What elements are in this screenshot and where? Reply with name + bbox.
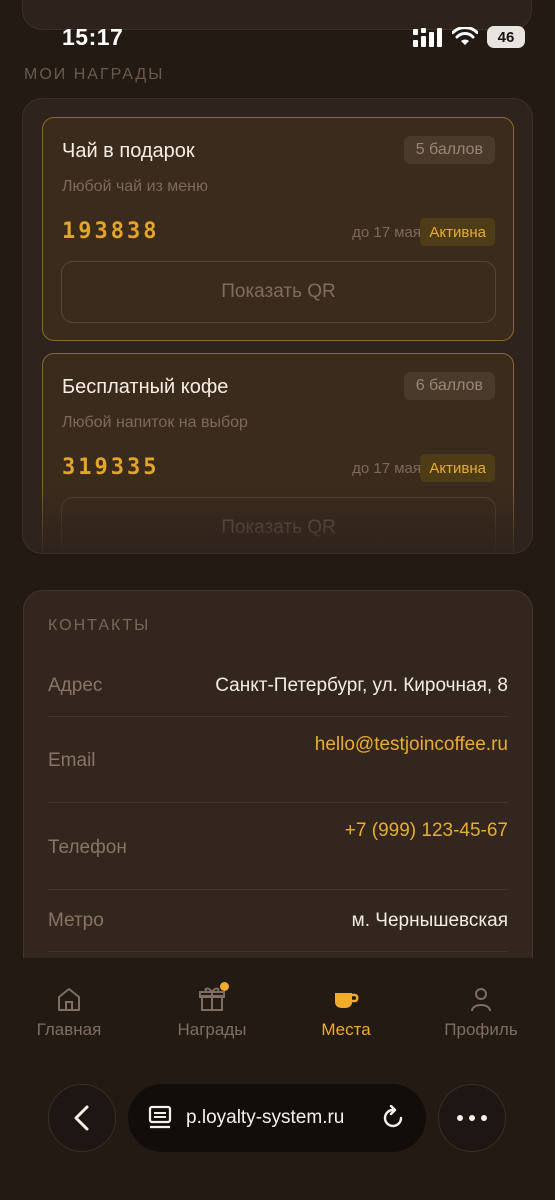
nav-label: Профиль: [444, 1020, 518, 1039]
reward-title: Бесплатный кофе: [62, 376, 229, 398]
page-menu-icon[interactable]: [148, 1105, 172, 1131]
rewards-section-title: МОИ НАГРАДЫ: [24, 66, 165, 83]
reward-card[interactable]: Бесплатный кофе 6 баллов Любой напиток н…: [42, 353, 514, 553]
contact-value: м. Чернышевская: [351, 910, 508, 931]
contact-row-metro: Метро м. Чернышевская: [48, 890, 508, 952]
reward-code: 319335: [62, 455, 160, 480]
reload-icon[interactable]: [380, 1105, 406, 1131]
url-text: p.loyalty-system.ru: [186, 1107, 345, 1128]
bottom-nav: Главная Награды Места Профиль: [0, 958, 555, 1200]
reward-description: Любой напиток на выбор: [62, 414, 248, 431]
contact-label: Email: [48, 750, 96, 771]
status-time: 15:17: [62, 23, 124, 50]
show-qr-button[interactable]: Показать QR: [61, 497, 496, 553]
person-icon: [471, 988, 491, 1012]
nav-label: Награды: [177, 1020, 247, 1039]
contacts-panel: КОНТАКТЫ Адрес Санкт-Петербург, ул. Киро…: [23, 590, 533, 990]
status-icons: 46: [413, 26, 525, 48]
nav-item-profile[interactable]: Профиль: [426, 984, 536, 1040]
more-dots-icon: [457, 1115, 487, 1121]
reward-description: Любой чай из меню: [62, 178, 209, 195]
status-bar: 15:17 46: [0, 0, 555, 74]
phone-link[interactable]: +7 (999) 123-45-67: [345, 820, 508, 842]
notification-dot: [220, 982, 229, 991]
reward-expiry: до 17 мая: [352, 460, 421, 477]
battery-level: 46: [497, 28, 515, 46]
reward-title: Чай в подарок: [62, 140, 195, 162]
contact-row-address: Адрес Санкт-Петербург, ул. Кирочная, 8: [48, 657, 508, 717]
contact-row-phone: Телефон +7 (999) 123-45-67: [48, 803, 508, 890]
status-badge: Активна: [420, 218, 495, 246]
reward-code: 193838: [62, 219, 160, 244]
points-badge: 6 баллов: [403, 372, 495, 400]
email-link[interactable]: hello@testjoincoffee.ru: [315, 734, 508, 756]
browser-address-bar[interactable]: p.loyalty-system.ru: [128, 1084, 426, 1152]
rewards-panel[interactable]: Чай в подарок 5 баллов Любой чай из меню…: [22, 98, 533, 554]
coffee-cup-icon: [335, 993, 359, 1008]
nav-item-rewards[interactable]: Награды: [157, 982, 267, 1040]
chevron-left-icon: [74, 1105, 89, 1131]
cellular-icon: [413, 28, 442, 47]
nav-item-home[interactable]: Главная: [14, 984, 124, 1040]
points-badge: 5 баллов: [403, 136, 495, 164]
nav-item-places[interactable]: Места: [291, 984, 401, 1040]
contact-label: Адрес: [48, 675, 103, 696]
contact-value: Санкт-Петербург, ул. Кирочная, 8: [215, 675, 508, 696]
contacts-section-title: КОНТАКТЫ: [48, 617, 151, 634]
battery-icon: 46: [487, 26, 525, 48]
contact-row-email: Email hello@testjoincoffee.ru: [48, 717, 508, 803]
contact-label: Метро: [48, 910, 104, 931]
nav-label: Места: [321, 1020, 371, 1039]
home-icon: [58, 988, 80, 1011]
show-qr-button[interactable]: Показать QR: [61, 261, 496, 323]
gift-icon: [197, 982, 229, 1014]
nav-label: Главная: [36, 1020, 102, 1039]
browser-back-button[interactable]: [48, 1084, 116, 1152]
contact-label: Телефон: [48, 837, 127, 858]
reward-expiry: до 17 мая: [352, 224, 421, 241]
wifi-icon: [452, 27, 478, 45]
browser-more-button[interactable]: [438, 1084, 506, 1152]
status-badge: Активна: [420, 454, 495, 482]
reward-card[interactable]: Чай в подарок 5 баллов Любой чай из меню…: [42, 117, 514, 341]
